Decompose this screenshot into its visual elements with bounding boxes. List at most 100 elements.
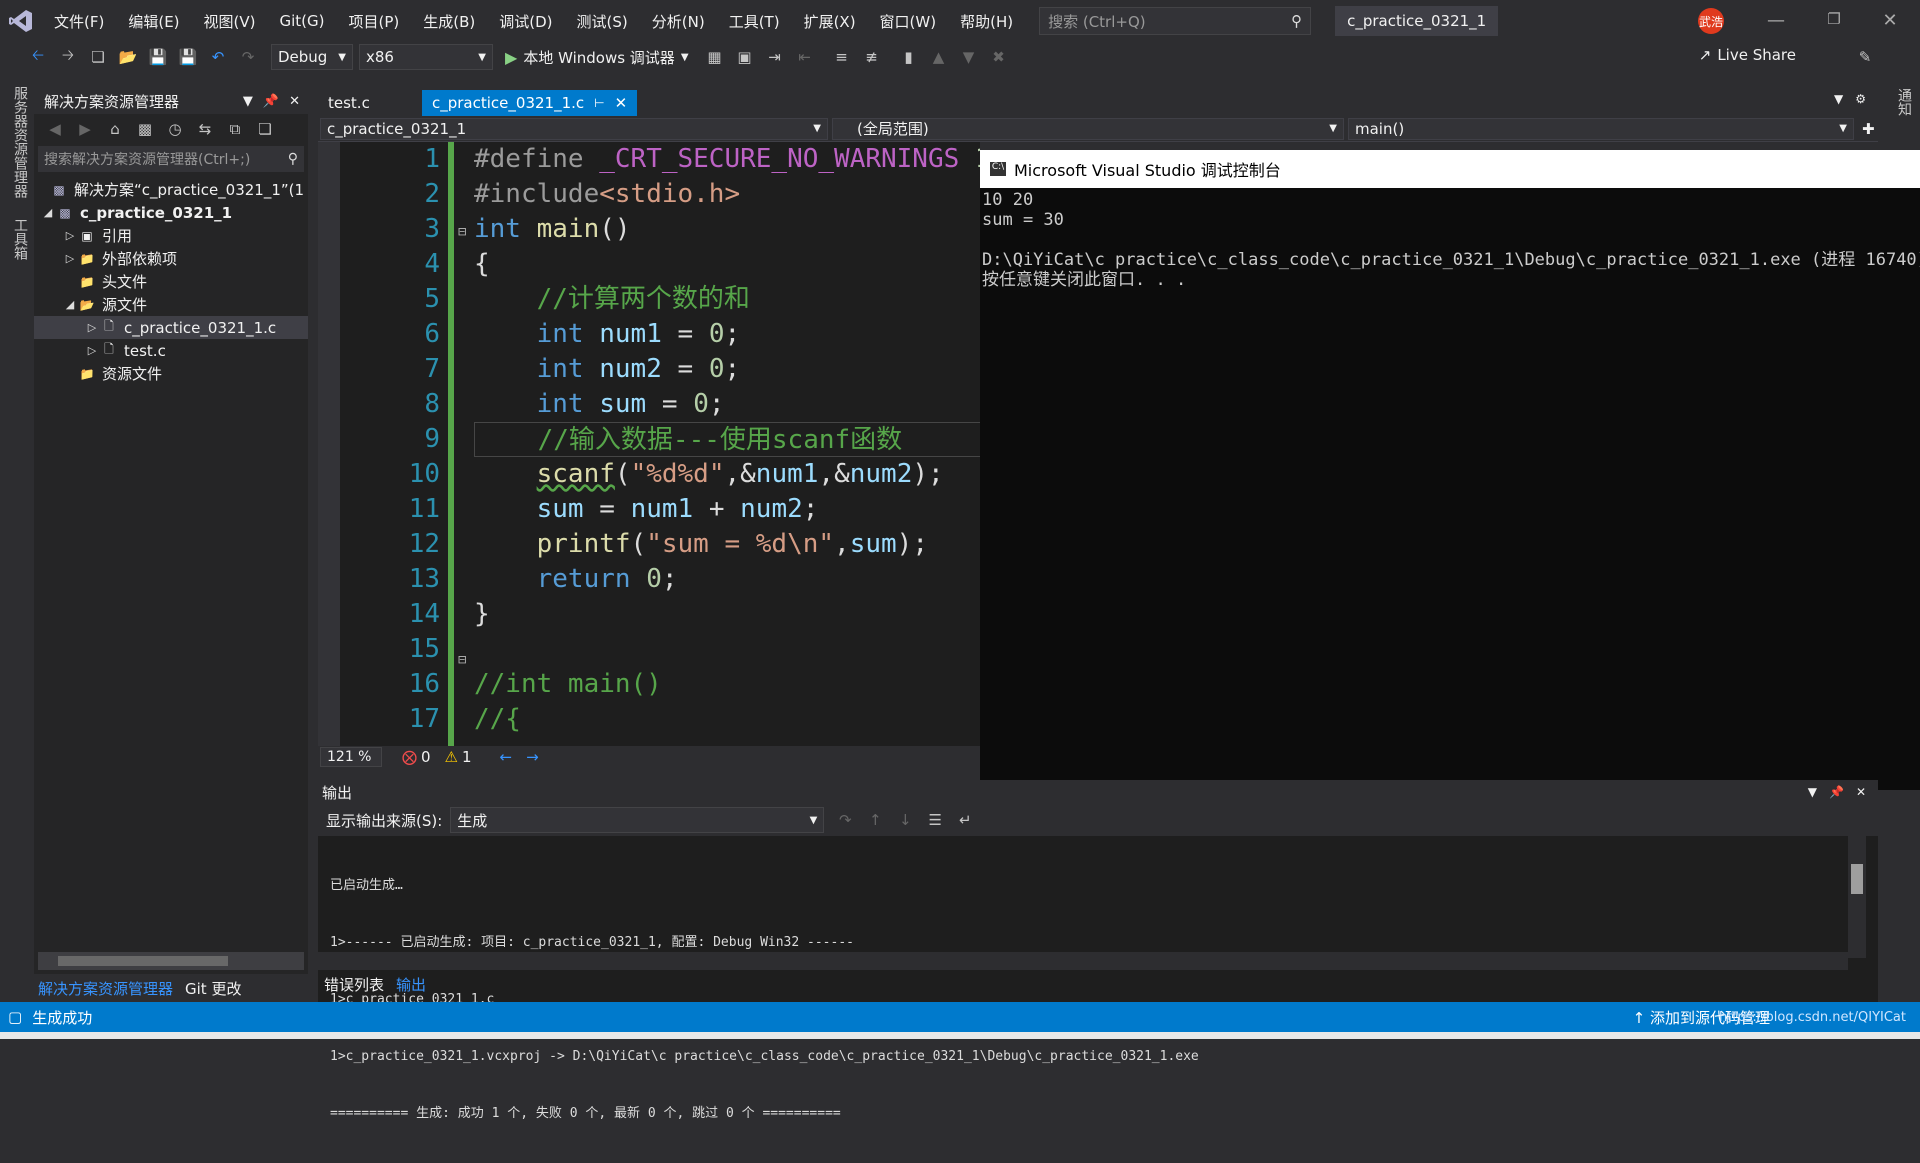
split-icon[interactable]: ✚ <box>1862 120 1875 138</box>
tree-item-external-deps[interactable]: ▷ 📁 外部依赖项 <box>34 247 308 270</box>
collapsed-icon[interactable]: ▷ <box>84 321 100 334</box>
breakpoint-gutter[interactable] <box>318 142 340 746</box>
tab-output[interactable]: 输出 <box>390 974 432 995</box>
menu-analyze[interactable]: 分析(N) <box>640 11 717 32</box>
tab-git-changes[interactable]: Git 更改 <box>177 978 249 999</box>
gear-icon[interactable]: ⚙ <box>1855 92 1866 106</box>
chevron-down-icon[interactable]: ▼ <box>1834 92 1843 106</box>
sync-icon[interactable]: ⇆ <box>193 117 217 141</box>
find-message-icon[interactable]: ↷ <box>833 808 857 832</box>
tab-main-c[interactable]: c_practice_0321_1.c ⊢ ✕ <box>422 90 638 116</box>
word-wrap-icon[interactable]: ↵ <box>953 808 977 832</box>
project-select[interactable]: c_practice_0321_1 ▼ <box>320 117 828 140</box>
collapsed-icon[interactable]: ▷ <box>62 252 78 265</box>
tree-item-main-c[interactable]: ▷ 🗋 c_practice_0321_1.c <box>34 316 308 339</box>
output-source-select[interactable]: 生成 ▼ <box>450 807 825 833</box>
clear-bookmark-icon[interactable]: ✖ <box>987 45 1011 69</box>
redo-icon[interactable]: ↷ <box>236 45 260 69</box>
back-icon[interactable]: ◀ <box>43 117 67 141</box>
new-project-icon[interactable]: ❏ <box>86 45 110 69</box>
next-issue-icon[interactable]: → <box>526 748 539 766</box>
output-text[interactable]: 已启动生成… 1>------ 已启动生成: 项目: c_practice_03… <box>318 836 1878 1163</box>
horizontal-scrollbar[interactable] <box>318 952 1848 970</box>
menu-tools[interactable]: 工具(T) <box>717 11 792 32</box>
tree-item-project[interactable]: ◢ ▩ c_practice_0321_1 <box>34 201 308 224</box>
zoom-select[interactable]: 121 % <box>320 747 382 767</box>
menu-edit[interactable]: 编辑(E) <box>116 11 191 32</box>
close-icon[interactable]: ✕ <box>615 94 628 112</box>
clear-all-icon[interactable]: ☰ <box>923 808 947 832</box>
tree-item-sources[interactable]: ◢ 📂 源文件 <box>34 293 308 316</box>
collapse-icon[interactable]: ⊟ <box>458 652 466 668</box>
save-icon[interactable]: 💾 <box>146 45 170 69</box>
screenshot-icon[interactable]: ▣ <box>733 45 757 69</box>
step-over-icon[interactable]: ⇤ <box>793 45 817 69</box>
bookmark-icon[interactable]: ▮ <box>897 45 921 69</box>
chevron-down-icon[interactable]: ▼ <box>1808 785 1817 799</box>
error-count[interactable]: ⨂ 0 <box>402 748 431 766</box>
history-icon[interactable]: ◷ <box>163 117 187 141</box>
code-text[interactable]: #define _CRT_SECURE_NO_WARNINGS 1#includ… <box>474 142 980 737</box>
menu-view[interactable]: 视图(V) <box>192 11 268 32</box>
collapse-all-icon[interactable]: ⧉ <box>223 117 247 141</box>
toolbox-icon[interactable]: ▦ <box>703 45 727 69</box>
prev-bookmark-icon[interactable]: ▲ <box>927 45 951 69</box>
code-editor[interactable]: 1 2 3 4 5 6 7 8 9 10 11 12 13 14 15 16 1… <box>318 142 980 746</box>
tree-item-resources[interactable]: 📁 资源文件 <box>34 362 308 385</box>
step-icon[interactable]: ⇥ <box>763 45 787 69</box>
horizontal-scrollbar[interactable] <box>38 952 304 970</box>
menu-help[interactable]: 帮助(H) <box>948 11 1025 32</box>
avatar[interactable]: 武浩 <box>1698 8 1724 34</box>
tab-solution-explorer[interactable]: 解决方案资源管理器 <box>34 978 177 999</box>
scrollbar-thumb[interactable] <box>58 956 228 966</box>
server-explorer-tab[interactable]: 服务器资源管理器 <box>10 86 30 198</box>
uncomment-icon[interactable]: ≢ <box>860 45 884 69</box>
solution-search-input[interactable]: 搜索解决方案资源管理器(Ctrl+;) ⚲ <box>38 146 304 172</box>
menu-git[interactable]: Git(G) <box>268 12 337 30</box>
back-icon[interactable]: 🡠 <box>26 45 50 69</box>
close-icon[interactable]: ✕ <box>1878 10 1902 34</box>
menu-build[interactable]: 生成(B) <box>411 11 487 32</box>
comment-icon[interactable]: ≡ <box>830 45 854 69</box>
collapse-icon[interactable]: ⊟ <box>458 224 466 240</box>
prev-message-icon[interactable]: ↑ <box>863 808 887 832</box>
expanded-icon[interactable]: ◢ <box>40 206 56 219</box>
tree-item-solution[interactable]: ▩ 解决方案“c_practice_0321_1”(1 <box>34 178 308 201</box>
menu-file[interactable]: 文件(F) <box>42 11 116 32</box>
search-input[interactable]: 搜索 (Ctrl+Q) ⚲ <box>1039 7 1312 35</box>
tree-item-test-c[interactable]: ▷ 🗋 test.c <box>34 339 308 362</box>
home-icon[interactable]: ⌂ <box>103 117 127 141</box>
start-debugging-button[interactable]: ▶ 本地 Windows 调试器 ▼ <box>505 47 689 68</box>
restore-icon[interactable]: ❐ <box>1822 10 1846 34</box>
open-folder-icon[interactable]: 📂 <box>116 45 140 69</box>
tab-test-c[interactable]: test.c <box>318 90 422 116</box>
warning-count[interactable]: ⚠ 1 <box>445 748 472 766</box>
member-select[interactable]: main() ▼ <box>1348 117 1854 140</box>
live-share-button[interactable]: ↗ Live Share <box>1699 46 1796 64</box>
undo-icon[interactable]: ↶ <box>206 45 230 69</box>
scrollbar-thumb[interactable] <box>1851 864 1863 894</box>
notifications-tab[interactable]: 通知 <box>1894 88 1914 116</box>
pin-icon[interactable]: 📌 <box>263 94 279 109</box>
vertical-scrollbar[interactable] <box>1848 836 1866 958</box>
menu-project[interactable]: 项目(P) <box>337 11 412 32</box>
menu-debug[interactable]: 调试(D) <box>487 11 564 32</box>
pin-icon[interactable]: 📌 <box>1829 785 1844 799</box>
config-select[interactable]: Debug ▼ <box>271 44 353 70</box>
debug-console-window[interactable]: C:\ Microsoft Visual Studio 调试控制台 10 20 s… <box>980 150 1920 790</box>
close-icon[interactable]: ✕ <box>289 94 300 109</box>
collapsed-icon[interactable]: ▷ <box>62 229 78 242</box>
scope-select[interactable]: (全局范围) ▼ <box>832 117 1344 140</box>
next-bookmark-icon[interactable]: ▼ <box>957 45 981 69</box>
close-icon[interactable]: ✕ <box>1856 785 1866 799</box>
menu-test[interactable]: 测试(S) <box>565 11 640 32</box>
tab-error-list[interactable]: 错误列表 <box>318 974 390 995</box>
platform-select[interactable]: x86 ▼ <box>359 44 493 70</box>
forward-icon[interactable]: ▶ <box>73 117 97 141</box>
pin-icon[interactable]: ⊢ <box>594 96 604 110</box>
show-all-files-icon[interactable]: ❏ <box>253 117 277 141</box>
expanded-icon[interactable]: ◢ <box>62 298 78 311</box>
switch-views-icon[interactable]: ▩ <box>133 117 157 141</box>
menu-extensions[interactable]: 扩展(X) <box>792 11 868 32</box>
prev-issue-icon[interactable]: ← <box>500 748 513 766</box>
